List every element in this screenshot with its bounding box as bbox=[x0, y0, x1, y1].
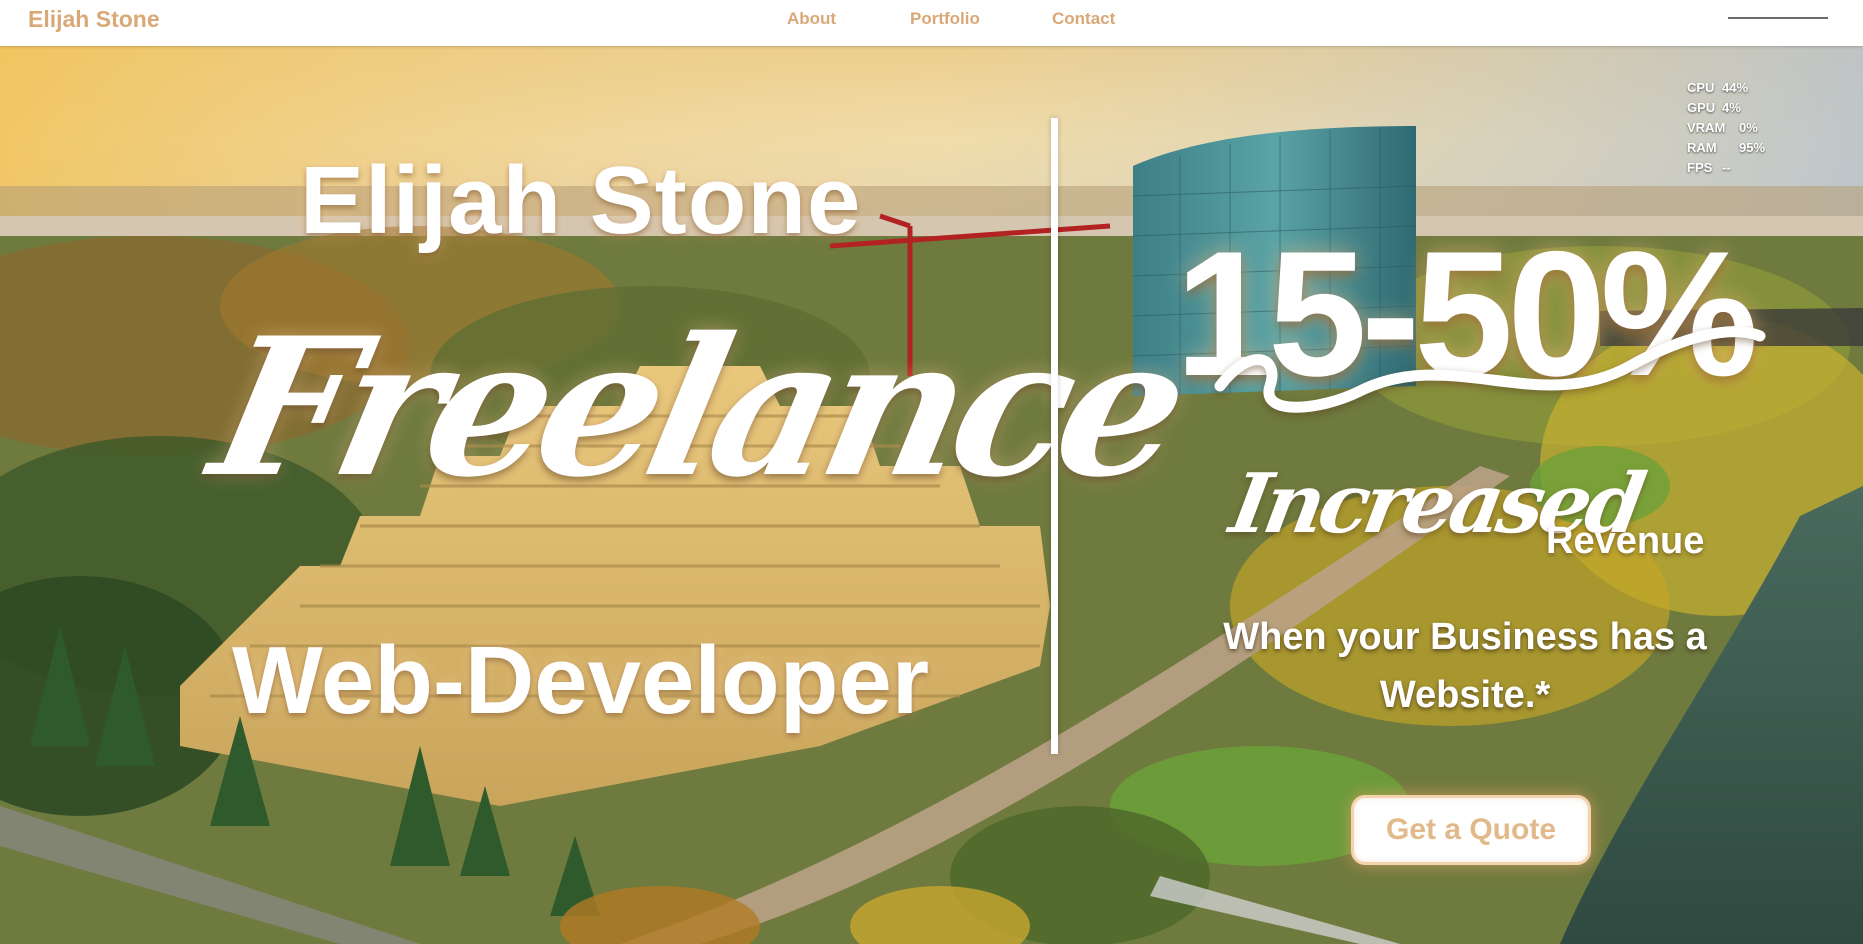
nav-link-portfolio[interactable]: Portfolio bbox=[910, 9, 980, 29]
get-quote-button[interactable]: Get a Quote bbox=[1351, 795, 1591, 865]
perf-row-fps: FPS -- bbox=[1687, 158, 1765, 178]
perf-label: CPU bbox=[1687, 80, 1715, 95]
perf-label: RAM bbox=[1687, 140, 1717, 155]
nav-link-about[interactable]: About bbox=[787, 9, 836, 29]
perf-value: 44% bbox=[1722, 80, 1749, 95]
perf-row-vram: VRAM 0% bbox=[1687, 118, 1765, 138]
hero-role-heading: Web-Developer bbox=[232, 627, 930, 734]
menu-line-icon[interactable] bbox=[1728, 17, 1828, 19]
hero-script-freelance: Freelance bbox=[196, 296, 1198, 519]
perf-row-ram: RAM 95% bbox=[1687, 138, 1765, 158]
performance-overlay: CPU 44% GPU 4% VRAM 0% RAM 95% FPS -- bbox=[1687, 78, 1765, 178]
brand-logo-link[interactable]: Elijah Stone bbox=[28, 6, 160, 33]
perf-value: -- bbox=[1722, 160, 1731, 175]
perf-label: GPU bbox=[1687, 100, 1716, 115]
perf-row-cpu: CPU 44% bbox=[1687, 78, 1765, 98]
navbar: Elijah Stone About Portfolio Contact bbox=[0, 0, 1863, 46]
perf-label: FPS bbox=[1687, 160, 1713, 175]
perf-label: VRAM bbox=[1687, 120, 1726, 135]
nav-link-contact[interactable]: Contact bbox=[1052, 9, 1115, 29]
perf-value: 95% bbox=[1739, 140, 1766, 155]
hero-name-heading: Elijah Stone bbox=[300, 147, 862, 254]
stat-revenue-label: Revenue bbox=[1546, 520, 1705, 562]
perf-value: 0% bbox=[1739, 120, 1758, 135]
swash-flourish bbox=[1214, 326, 1766, 413]
hero-subtext: When your Business has a Website.* bbox=[1223, 616, 1707, 716]
hero-section: Elijah Stone Freelance Web-Developer 15-… bbox=[0, 46, 1863, 944]
perf-value: 4% bbox=[1722, 100, 1741, 115]
hero-divider bbox=[1051, 118, 1058, 754]
perf-row-gpu: GPU 4% bbox=[1687, 98, 1765, 118]
